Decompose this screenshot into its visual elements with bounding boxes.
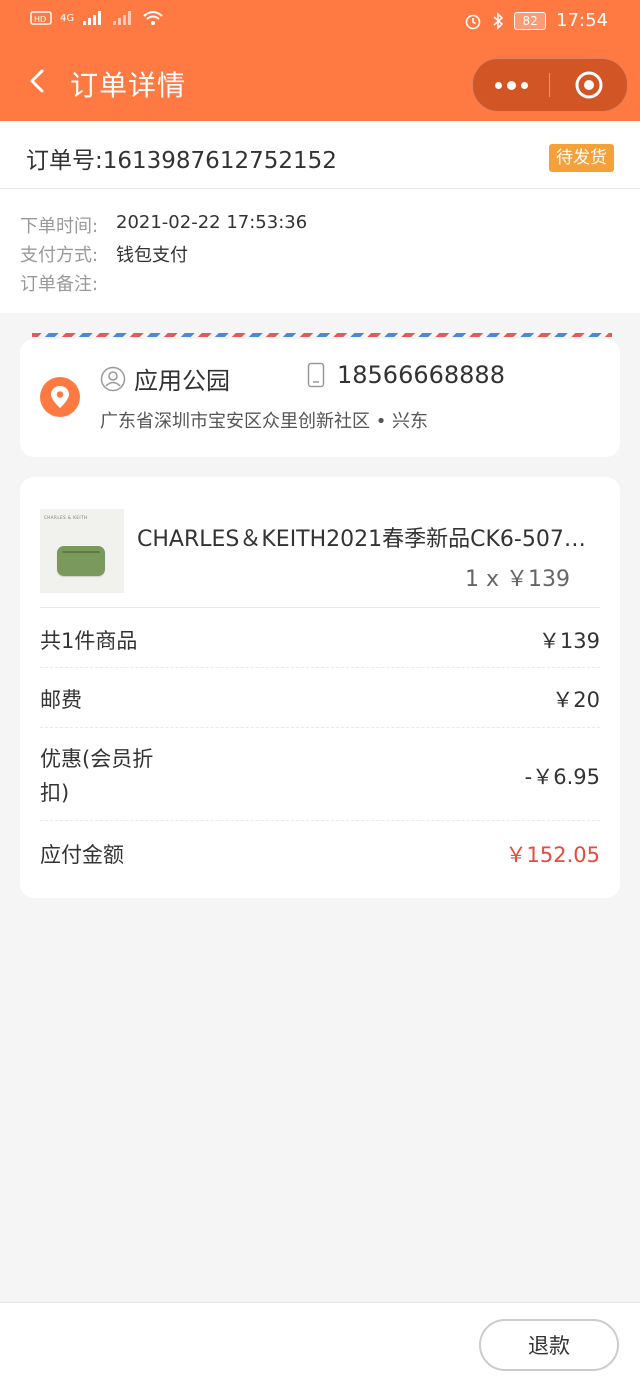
phone-icon	[307, 362, 325, 388]
mini-program-capsule	[472, 58, 628, 112]
bottom-action-bar: 退款	[0, 1302, 640, 1389]
recipient-name: 应用公园	[134, 367, 230, 395]
divider	[40, 820, 600, 821]
remark-label: 订单备注:	[20, 274, 99, 295]
product-image[interactable]: CHARLES & KEITH	[40, 509, 124, 593]
status-bar: HD 4G 82 17:54	[0, 0, 640, 44]
items-total-label: 共1件商品	[40, 629, 138, 653]
status-badge: 待发货	[549, 144, 614, 172]
shipping-label: 邮费	[40, 688, 82, 712]
status-time: 17:54	[556, 10, 608, 31]
svg-text:HD: HD	[34, 15, 46, 24]
payment-label: 支付方式:	[20, 245, 99, 266]
signal-2-icon	[113, 11, 132, 25]
chevron-left-icon	[30, 69, 44, 93]
shipping-value: ￥20	[552, 688, 600, 712]
product-title[interactable]: CHARLES＆KEITH2021春季新品CK6-50701074	[137, 521, 599, 553]
payable-value: ￥152.05	[505, 843, 600, 867]
remark-row: 订单备注:	[20, 270, 116, 296]
divider	[40, 667, 600, 668]
order-number: 订单号:1613987612752152	[26, 148, 337, 174]
order-header: 订单号:1613987612752152 待发货	[0, 121, 640, 189]
battery-level: 82	[522, 13, 538, 28]
refund-button[interactable]: 退款	[479, 1319, 619, 1371]
payment-value: 钱包支付	[116, 245, 188, 266]
close-button[interactable]	[550, 59, 627, 111]
discount-value: -￥6.95	[524, 765, 600, 789]
order-info: 下单时间: 2021-02-22 17:53:36 支付方式: 钱包支付 订单备…	[0, 189, 640, 313]
divider	[40, 607, 600, 608]
order-items-card: CHARLES & KEITH CHARLES＆KEITH2021春季新品CK6…	[20, 477, 620, 898]
signal-icon	[83, 11, 102, 25]
wallet-zipper	[62, 551, 100, 553]
target-close-icon	[575, 71, 602, 99]
airmail-stripe	[32, 333, 612, 337]
alarm-icon	[465, 14, 481, 29]
discount-label-line-2: 扣)	[40, 781, 70, 805]
address-detail: 广东省深圳市宝安区众里创新社区 • 兴东	[100, 411, 429, 432]
more-dot-icon	[520, 81, 528, 89]
address-card[interactable]: 应用公园 18566668888 广东省深圳市宝安区众里创新社区 • 兴东	[20, 339, 620, 457]
battery-icon: 82	[514, 11, 547, 30]
back-button[interactable]	[24, 66, 54, 96]
more-dot-icon	[506, 80, 516, 90]
order-time-label: 下单时间:	[20, 216, 99, 237]
recipient-phone-row: 18566668888	[307, 361, 505, 389]
page-title: 订单详情	[70, 69, 187, 102]
status-left: HD 4G	[30, 10, 164, 26]
divider	[40, 727, 600, 728]
user-icon	[100, 366, 126, 391]
discount-row: 优惠(会员折 扣) -￥6.95	[40, 743, 600, 809]
product-image-brand: CHARLES & KEITH	[44, 515, 88, 520]
items-total-value: ￥139	[538, 629, 600, 653]
order-time-row: 下单时间: 2021-02-22 17:53:36	[20, 212, 307, 238]
recipient-phone: 18566668888	[337, 361, 505, 389]
product-quantity-price: 1 x ￥139	[465, 567, 570, 592]
order-time-value: 2021-02-22 17:53:36	[116, 212, 308, 233]
discount-label-line-1: 优惠(会员折	[40, 747, 154, 771]
bluetooth-icon	[493, 11, 504, 30]
recipient-name-row: 应用公园	[100, 361, 230, 396]
more-dot-icon	[494, 81, 502, 89]
nav-bar: 订单详情	[0, 44, 640, 121]
wallet-image	[57, 546, 105, 576]
hd-icon: HD	[30, 11, 52, 25]
wifi-icon	[143, 11, 163, 25]
payment-row: 支付方式: 钱包支付	[20, 241, 188, 267]
payable-label: 应付金额	[40, 843, 124, 867]
network-label: 4G	[60, 12, 75, 24]
location-pin-icon	[40, 377, 80, 417]
more-button[interactable]	[473, 59, 549, 111]
status-right: 82 17:54	[464, 10, 608, 31]
